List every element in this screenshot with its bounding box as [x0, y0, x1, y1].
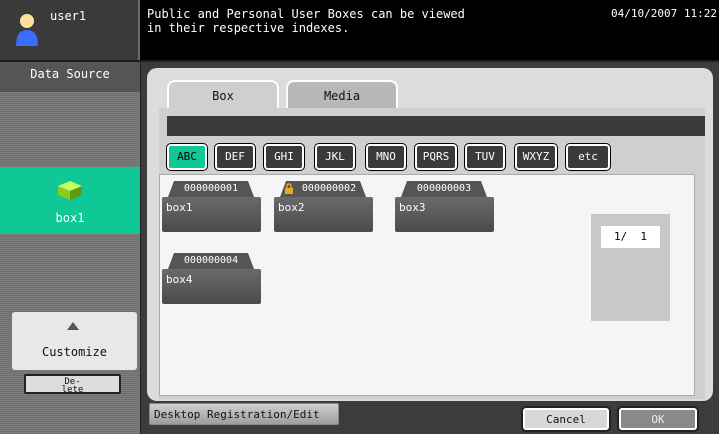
user-name: user1 — [50, 9, 87, 23]
date-time: 04/10/2007 11:22 — [611, 7, 717, 20]
user-box-4[interactable]: 000000004 box4 — [162, 253, 261, 304]
index-tuv[interactable]: TUV — [465, 144, 505, 170]
index-def[interactable]: DEF — [215, 144, 255, 170]
index-wxyz[interactable]: WXYZ — [515, 144, 557, 170]
main-frame: Box Media ABC DEF GHI JKL MNO PQRS TUV W… — [147, 68, 713, 401]
box-name: box3 — [399, 201, 426, 214]
user-box-3[interactable]: 000000003 box3 — [395, 181, 494, 232]
box-number: 000000001 — [183, 183, 239, 194]
page-count: 1/ 1 — [601, 226, 660, 248]
ok-button[interactable]: OK — [619, 408, 697, 430]
cancel-button[interactable]: Cancel — [523, 408, 609, 430]
box-number: 000000004 — [183, 255, 239, 266]
up-arrow-icon — [67, 322, 79, 330]
box-name: box1 — [166, 201, 193, 214]
box-icon — [58, 181, 82, 200]
tab-box[interactable]: Box — [167, 80, 279, 110]
user-cell: user1 — [0, 0, 140, 60]
screen: user1 Public and Personal User Boxes can… — [0, 0, 719, 434]
lock-icon — [285, 183, 293, 194]
index-mno[interactable]: MNO — [366, 144, 406, 170]
customize-label: Customize — [41, 345, 108, 359]
box-name: box4 — [166, 273, 193, 286]
user-icon — [16, 14, 38, 46]
index-abc[interactable]: ABC — [167, 144, 207, 170]
user-box-2[interactable]: 000000002 box2 — [274, 181, 373, 232]
page-indicator: 1/ 1 — [591, 214, 670, 321]
user-box-1[interactable]: 000000001 box1 — [162, 181, 261, 232]
customize-button[interactable]: Customize — [12, 312, 137, 370]
index-etc[interactable]: etc — [566, 144, 610, 170]
index-pqrs[interactable]: PQRS — [415, 144, 457, 170]
tab-media[interactable]: Media — [286, 80, 398, 110]
index-jkl[interactable]: JKL — [315, 144, 355, 170]
box-name: box2 — [278, 201, 305, 214]
box-number: 000000003 — [416, 183, 472, 194]
data-source-name: box1 — [55, 211, 85, 225]
status-message: Public and Personal User Boxes can be vi… — [147, 7, 465, 35]
search-display — [167, 116, 705, 136]
delete-button[interactable]: De- lete — [24, 374, 121, 395]
top-bar: user1 Public and Personal User Boxes can… — [0, 0, 719, 60]
main-panel: Box Media ABC DEF GHI JKL MNO PQRS TUV W… — [141, 62, 719, 434]
index-ghi[interactable]: GHI — [264, 144, 304, 170]
left-panel: Data Source box1 Customize De- lete — [0, 62, 140, 434]
desktop-registration-button[interactable]: Desktop Registration/Edit — [149, 403, 339, 425]
data-source-label: Data Source — [0, 62, 140, 92]
data-source-box1[interactable]: box1 — [0, 167, 140, 234]
